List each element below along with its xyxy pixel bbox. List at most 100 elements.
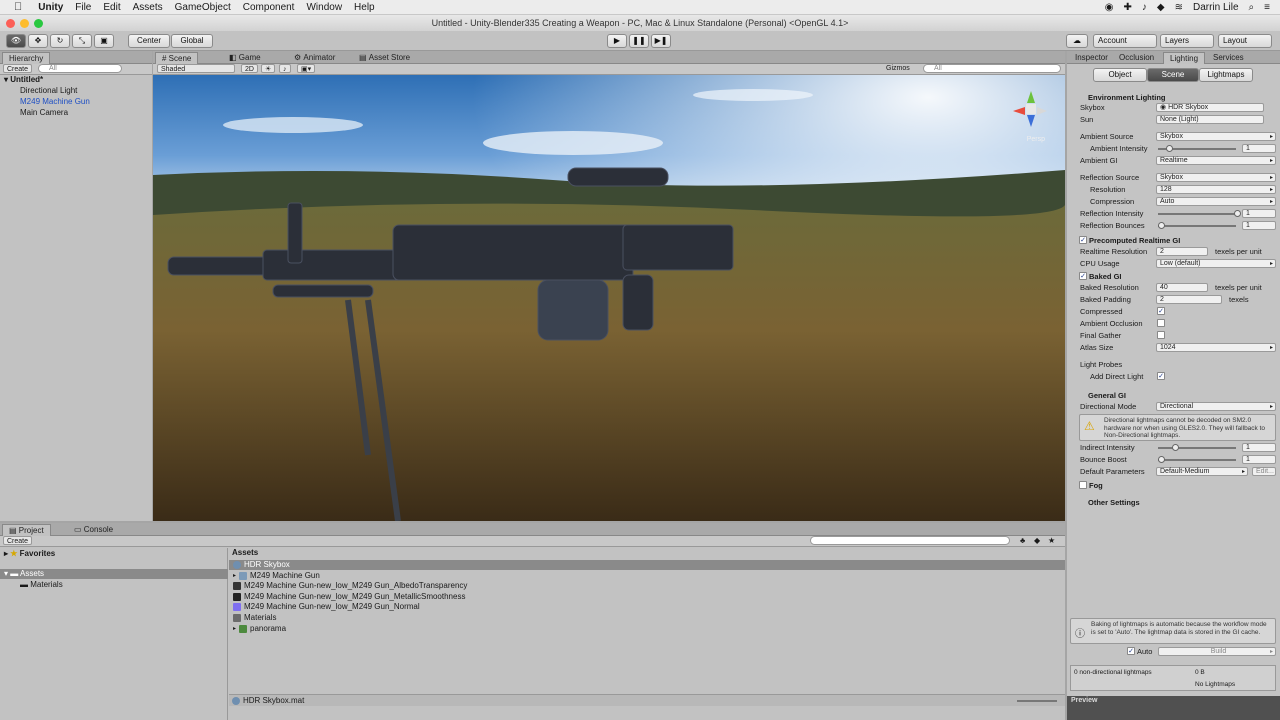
reflection-intensity-slider[interactable]	[1158, 209, 1241, 218]
hand-tool-icon[interactable]: 👁	[6, 34, 26, 48]
scene-viewport[interactable]: Persp	[153, 75, 1065, 521]
realtime-resolution-field[interactable]: 2	[1156, 247, 1208, 256]
asset-panorama[interactable]: ▸ panorama	[233, 624, 286, 635]
gizmos-dropdown[interactable]: Gizmos	[883, 64, 913, 73]
build-button[interactable]: Build	[1158, 647, 1276, 656]
menu-file[interactable]: File	[75, 2, 91, 13]
hierarchy-item-directional-light[interactable]: Directional Light	[20, 86, 77, 97]
subtab-object[interactable]: Object	[1093, 68, 1147, 82]
subtab-lightmaps[interactable]: Lightmaps	[1199, 68, 1253, 82]
reflection-source-dropdown[interactable]: Skybox	[1156, 173, 1276, 182]
pause-button[interactable]: ❚❚	[629, 34, 649, 48]
zoom-window-button[interactable]	[34, 19, 43, 28]
subtab-scene[interactable]: Scene	[1147, 68, 1199, 82]
notes-icon[interactable]: ♪	[1142, 2, 1147, 13]
ambient-intensity-slider[interactable]	[1158, 144, 1236, 153]
indirect-intensity-slider[interactable]	[1158, 443, 1236, 452]
layers-dropdown[interactable]: Layers	[1160, 34, 1214, 48]
minimize-window-button[interactable]	[20, 19, 29, 28]
play-button[interactable]: ▶	[607, 34, 627, 48]
menu-component[interactable]: Component	[243, 2, 295, 13]
close-window-button[interactable]	[6, 19, 15, 28]
bounce-boost-slider[interactable]	[1158, 455, 1236, 464]
reflection-bounces-slider[interactable]	[1158, 221, 1236, 230]
filter-type-icon[interactable]: ♣	[1020, 536, 1025, 545]
pivot-global-button[interactable]: Global	[171, 34, 213, 48]
tab-occlusion[interactable]: Occlusion	[1113, 52, 1160, 64]
bounce-boost-value[interactable]: 1	[1242, 455, 1276, 464]
scene-root[interactable]: ▾ Untitled*	[4, 75, 43, 86]
materials-folder[interactable]: ▬ Materials	[20, 580, 63, 591]
asset-m249-model[interactable]: ▸ M249 Machine Gun	[233, 571, 320, 582]
final-gather-checkbox[interactable]	[1157, 331, 1165, 339]
layout-dropdown[interactable]: Layout	[1218, 34, 1272, 48]
lighting-toggle-icon[interactable]: ☀	[261, 64, 276, 73]
cloud-icon[interactable]: ☁	[1066, 34, 1088, 48]
wifi-icon[interactable]: ≋	[1175, 2, 1183, 13]
sun-field[interactable]: None (Light)	[1156, 115, 1264, 124]
auto-bake-checkbox[interactable]: ✓	[1127, 647, 1135, 655]
baked-padding-field[interactable]: 2	[1156, 295, 1222, 304]
menu-edit[interactable]: Edit	[103, 2, 120, 13]
favorite-star-icon[interactable]: ★	[1048, 536, 1055, 545]
tab-scene[interactable]: # Scene	[155, 52, 199, 64]
scene-gizmo[interactable]	[1011, 89, 1051, 129]
rect-tool-icon[interactable]: ▣	[94, 34, 114, 48]
asset-hdr-skybox[interactable]: HDR Skybox	[233, 560, 290, 571]
asset-materials-folder[interactable]: Materials	[233, 613, 276, 624]
preview-bar[interactable]: Preview	[1067, 696, 1280, 720]
baked-gi-checkbox[interactable]: ✓	[1079, 272, 1087, 280]
status-icon[interactable]: ◉	[1105, 2, 1114, 13]
edit-parameters-button[interactable]: Edit...	[1252, 467, 1276, 476]
tab-animator[interactable]: ⚙ Animator	[288, 52, 341, 64]
shading-mode-dropdown[interactable]: Shaded	[157, 64, 235, 73]
pivot-center-button[interactable]: Center	[128, 34, 170, 48]
tab-project[interactable]: ▤ Project	[2, 524, 51, 536]
assets-breadcrumb[interactable]: Assets	[232, 548, 258, 557]
baked-resolution-field[interactable]: 40	[1156, 283, 1208, 292]
filter-label-icon[interactable]: ◆	[1034, 536, 1040, 545]
app-menu[interactable]: Unity	[38, 2, 63, 13]
fog-checkbox[interactable]	[1079, 481, 1087, 489]
tab-hierarchy[interactable]: Hierarchy	[2, 52, 51, 64]
reflection-bounces-value[interactable]: 1	[1242, 221, 1276, 230]
other-settings-header[interactable]: Other Settings	[1088, 498, 1140, 507]
scale-tool-icon[interactable]: ⤡	[72, 34, 92, 48]
tab-console[interactable]: ▭ Console	[68, 524, 119, 536]
list-icon[interactable]: ≡	[1264, 2, 1270, 13]
indirect-intensity-value[interactable]: 1	[1242, 443, 1276, 452]
ambient-occlusion-checkbox[interactable]	[1157, 319, 1165, 327]
move-tool-icon[interactable]: ✥	[28, 34, 48, 48]
tab-services[interactable]: Services	[1207, 52, 1250, 64]
favorites-item[interactable]: ▸ ★ Favorites	[4, 549, 55, 560]
menu-help[interactable]: Help	[354, 2, 375, 13]
dropbox-icon[interactable]: ◆	[1157, 2, 1165, 13]
scene-search-input[interactable]: All	[923, 64, 1061, 73]
ambient-source-dropdown[interactable]: Skybox	[1156, 132, 1276, 141]
asset-metallic-texture[interactable]: M249 Machine Gun-new_low_M249 Gun_Metall…	[233, 592, 465, 603]
effects-dropdown-icon[interactable]: ▣▾	[297, 64, 316, 73]
hierarchy-item-main-camera[interactable]: Main Camera	[20, 108, 68, 119]
ambient-gi-dropdown[interactable]: Realtime	[1156, 156, 1276, 165]
menu-assets[interactable]: Assets	[133, 2, 163, 13]
menu-window[interactable]: Window	[306, 2, 342, 13]
reflection-intensity-value[interactable]: 1	[1242, 209, 1276, 218]
step-button[interactable]: ▶❚	[651, 34, 671, 48]
project-search-input[interactable]	[810, 536, 1010, 545]
tab-lighting[interactable]: Lighting	[1163, 52, 1206, 64]
ambient-intensity-value[interactable]: 1	[1242, 144, 1276, 153]
icon-size-slider[interactable]	[1017, 700, 1057, 702]
asset-row-selected[interactable]	[229, 560, 1065, 570]
search-icon[interactable]: ⌕	[1249, 2, 1255, 13]
skybox-field[interactable]: ◉ HDR Skybox	[1156, 103, 1264, 112]
resolution-dropdown[interactable]: 128	[1156, 185, 1276, 194]
compressed-checkbox[interactable]: ✓	[1157, 307, 1165, 315]
tab-inspector[interactable]: Inspector	[1069, 52, 1114, 64]
project-create-button[interactable]: Create	[3, 536, 33, 545]
account-dropdown[interactable]: Account	[1093, 34, 1157, 48]
hierarchy-search-input[interactable]: All	[38, 64, 122, 73]
atlas-size-dropdown[interactable]: 1024	[1156, 343, 1276, 352]
user-name[interactable]: Darrin Lile	[1193, 2, 1239, 13]
mode-2d-button[interactable]: 2D	[241, 64, 258, 73]
apple-icon[interactable]: 	[14, 1, 22, 13]
